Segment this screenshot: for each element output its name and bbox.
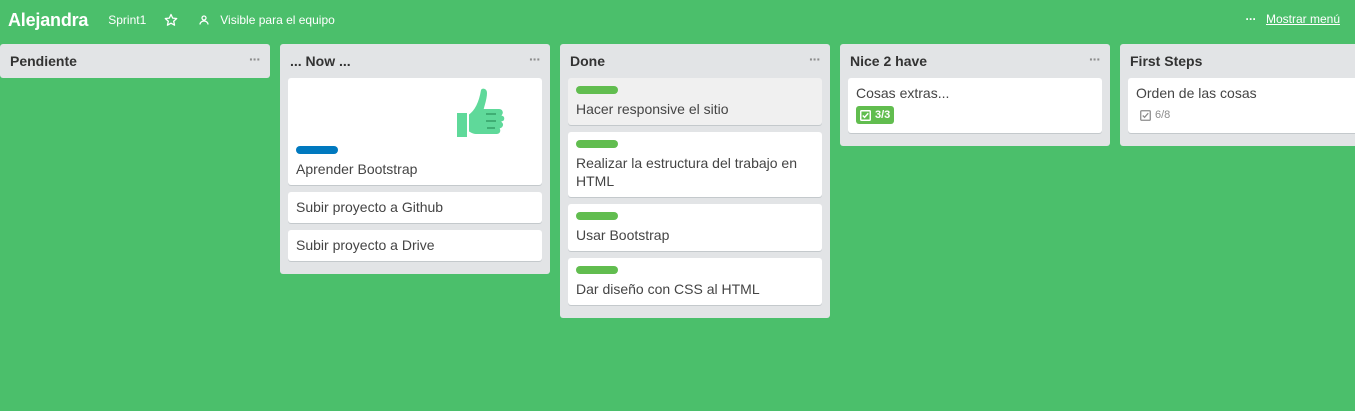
checklist-icon bbox=[1140, 109, 1151, 121]
card-title: Subir proyecto a Github bbox=[296, 199, 444, 215]
card-title: Orden de las cosas bbox=[1136, 85, 1257, 101]
list-header: First Steps bbox=[1120, 44, 1355, 78]
card-label-green bbox=[576, 212, 618, 220]
list-menu-icon[interactable]: ··· bbox=[249, 51, 261, 71]
card-title: Usar Bootstrap bbox=[576, 227, 670, 243]
card-estructura-html[interactable]: Realizar la estructura del trabajo en HT… bbox=[568, 132, 822, 197]
board-header: Alejandra Sprint1 Visible para el equipo… bbox=[0, 0, 1355, 40]
visibility-label: Visible para el equipo bbox=[220, 13, 335, 27]
list-first-steps: First Steps Orden de las cosas 6/8 bbox=[1120, 44, 1355, 146]
card-disenio-css[interactable]: Dar diseño con CSS al HTML bbox=[568, 258, 822, 305]
card-usar-bootstrap[interactable]: Usar Bootstrap bbox=[568, 204, 822, 251]
card-hacer-responsive[interactable]: Hacer responsive el sitio bbox=[568, 78, 822, 125]
list-pendiente: Pendiente ··· bbox=[0, 44, 270, 78]
show-menu-link[interactable]: Mostrar menú bbox=[1266, 12, 1340, 26]
list-header: Pendiente ··· bbox=[0, 44, 270, 78]
list-header: Done ··· bbox=[560, 44, 830, 78]
card-label-green bbox=[576, 86, 618, 94]
card-title: Dar diseño con CSS al HTML bbox=[576, 281, 760, 297]
list-menu-icon[interactable]: ··· bbox=[1089, 51, 1101, 71]
list-header: ... Now ... ··· bbox=[280, 44, 550, 78]
list-title[interactable]: Pendiente bbox=[10, 53, 77, 69]
checklist-count: 6/8 bbox=[1155, 109, 1171, 121]
sprint-button[interactable]: Sprint1 bbox=[108, 13, 146, 27]
card-title: Cosas extras... bbox=[856, 85, 950, 101]
card-subir-github[interactable]: Subir proyecto a Github bbox=[288, 192, 542, 223]
list-now: ... Now ... ··· Aprender Bootstrap Subir… bbox=[280, 44, 550, 274]
card-title: Realizar la estructura del trabajo en HT… bbox=[576, 155, 798, 189]
star-button[interactable] bbox=[164, 13, 178, 27]
checklist-icon bbox=[860, 109, 871, 121]
card-label-green bbox=[576, 266, 618, 274]
list-menu-icon[interactable]: ··· bbox=[529, 51, 541, 71]
card-title: Hacer responsive el sitio bbox=[576, 101, 729, 117]
list-header: Nice 2 have ··· bbox=[840, 44, 1110, 78]
card-aprender-bootstrap[interactable]: Aprender Bootstrap bbox=[288, 78, 542, 185]
visibility-button[interactable]: Visible para el equipo bbox=[198, 13, 335, 27]
star-icon bbox=[164, 13, 178, 26]
checklist-count: 3/3 bbox=[875, 109, 891, 121]
checklist-badge: 6/8 bbox=[1136, 106, 1174, 124]
thumbs-up-icon bbox=[455, 86, 507, 139]
list-title[interactable]: First Steps bbox=[1130, 53, 1202, 69]
card-label-blue bbox=[296, 146, 338, 154]
team-icon bbox=[199, 15, 209, 25]
board-title[interactable]: Alejandra bbox=[8, 10, 88, 31]
card-label-green bbox=[576, 140, 618, 148]
card-orden-cosas[interactable]: Orden de las cosas 6/8 bbox=[1128, 78, 1355, 133]
show-menu-area: ··· Mostrar menú bbox=[1245, 12, 1340, 26]
card-cosas-extras[interactable]: Cosas extras... 3/3 bbox=[848, 78, 1102, 133]
checklist-badge: 3/3 bbox=[856, 106, 895, 124]
list-title[interactable]: ... Now ... bbox=[290, 53, 351, 69]
card-title: Subir proyecto a Drive bbox=[296, 237, 435, 253]
list-nice-2-have: Nice 2 have ··· Cosas extras... 3/3 bbox=[840, 44, 1110, 146]
card-title: Aprender Bootstrap bbox=[296, 161, 418, 177]
card-subir-drive[interactable]: Subir proyecto a Drive bbox=[288, 230, 542, 261]
list-menu-icon[interactable]: ··· bbox=[809, 51, 821, 71]
card-sticker-area bbox=[296, 84, 534, 144]
list-title[interactable]: Nice 2 have bbox=[850, 53, 927, 69]
list-done: Done ··· Hacer responsive el sitio Reali… bbox=[560, 44, 830, 318]
more-icon[interactable]: ··· bbox=[1245, 12, 1256, 26]
list-title[interactable]: Done bbox=[570, 53, 605, 69]
